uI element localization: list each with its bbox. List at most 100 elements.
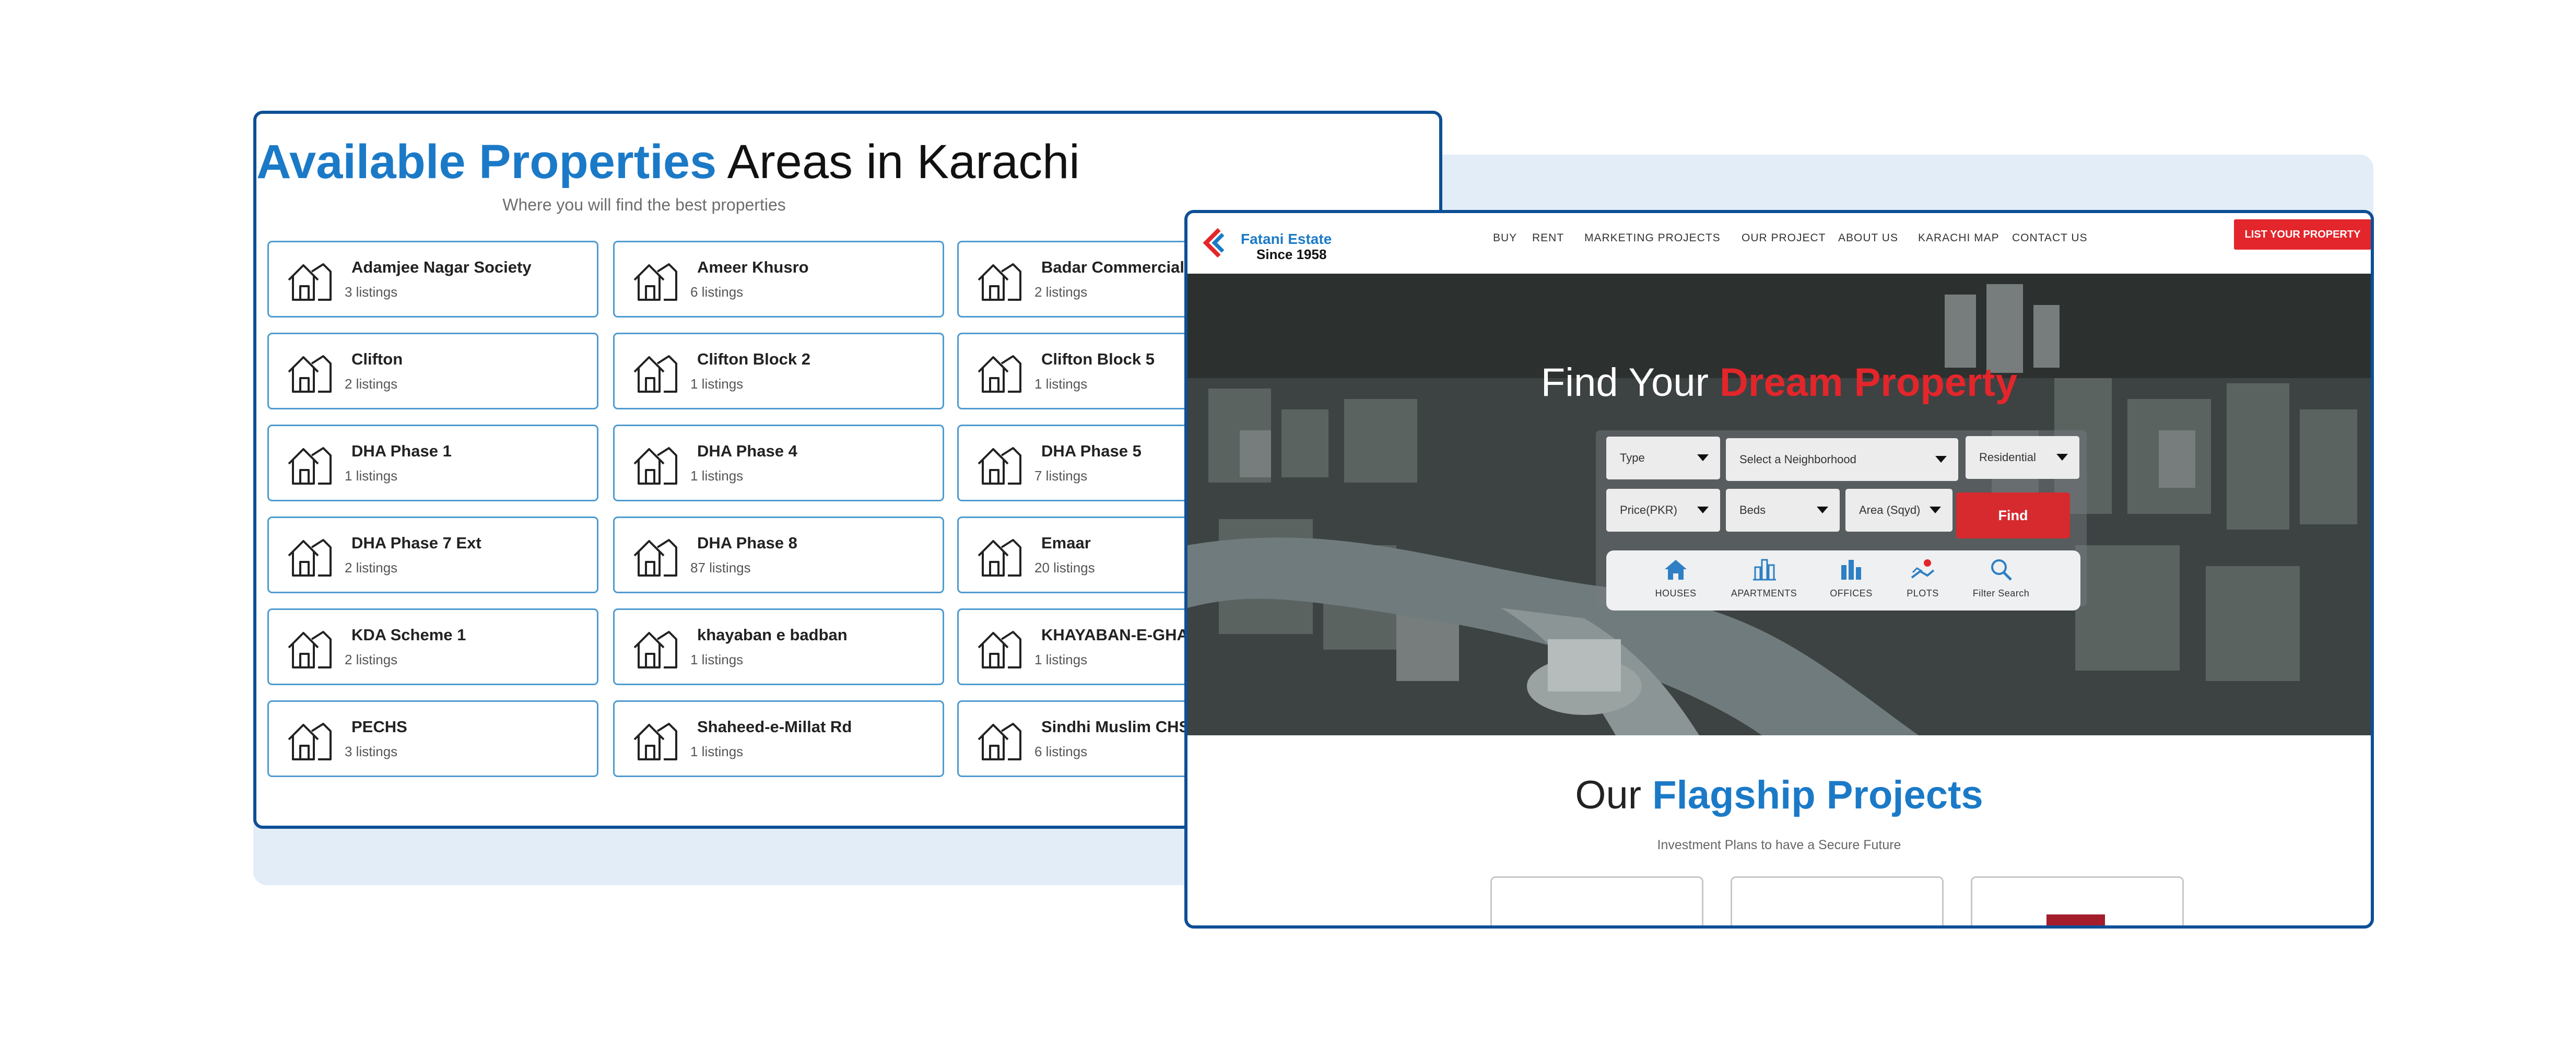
area-name: Adamjee Nagar Society [351,258,532,276]
areas-page-subtitle: Where you will find the best properties [502,195,786,214]
house-outline-icon [633,723,677,760]
area-listing-count: 1 listings [690,468,744,484]
area-card[interactable]: KDA Scheme 1 2 listings [267,608,598,685]
category-label: APARTMENTS [1731,588,1797,598]
apartment-icon [1753,559,1776,581]
area-name: KDA Scheme 1 [351,626,466,644]
flagship-title-plain: Our [1575,773,1653,817]
area-card[interactable]: DHA Phase 7 Ext 2 listings [267,516,598,593]
beds-select[interactable]: Beds [1726,489,1840,532]
site-navbar: Fatani Estate Since 1958 BUY RENT MARKET… [1187,213,2371,277]
nav-about-us[interactable]: ABOUT US [1838,232,1898,244]
find-button[interactable]: Find [1956,492,2070,538]
area-listing-count: 3 listings [345,744,398,759]
category-label: PLOTS [1907,588,1939,598]
property-class-select[interactable]: Residential [1966,436,2079,479]
category-filter-search[interactable]: Filter Search [1959,557,2043,599]
chevron-down-icon [1930,507,1941,513]
area-listing-count: 2 listings [345,376,398,392]
house-outline-icon [288,723,332,760]
area-name: Emaar [1041,534,1091,552]
area-listing-count: 6 listings [690,284,744,300]
area-name: Ameer Khusro [697,258,809,276]
area-listing-count: 7 listings [1034,468,1088,484]
price-select-value: Price(PKR) [1620,503,1678,516]
nav-buy[interactable]: BUY [1493,232,1517,244]
area-listing-count: 1 listings [1034,376,1088,392]
type-select[interactable]: Type [1606,437,1720,479]
area-listing-count: 2 listings [345,652,398,667]
logo-since: Since 1958 [1256,246,1327,262]
area-name: Clifton [351,350,403,368]
area-card[interactable]: DHA Phase 1 1 listings [267,425,598,501]
house-icon [1665,560,1687,580]
project-card[interactable] [1731,876,1944,925]
house-outline-icon [288,355,332,393]
area-listing-count: 87 listings [690,560,751,576]
category-plots[interactable]: PLOTS [1881,557,1965,599]
project-card[interactable] [1971,876,2184,925]
hero-title-highlight: Dream Property [1720,360,2018,405]
area-name: Shaheed-e-Millat Rd [697,718,852,736]
chevron-down-icon [1697,507,1709,513]
area-name: khayaban e badban [697,626,848,644]
area-select-value: Area (Sqyd) [1859,503,1921,516]
area-card[interactable]: khayaban e badban 1 listings [613,608,944,685]
plot-icon [1911,559,1935,579]
house-outline-icon [633,263,677,301]
area-card[interactable]: PECHS 3 listings [267,700,598,777]
area-name: DHA Phase 7 Ext [351,534,481,552]
area-name: PECHS [351,718,407,736]
logo-name: Fatani Estate [1241,231,1332,247]
nav-rent[interactable]: RENT [1532,232,1564,244]
house-outline-icon [978,631,1021,668]
title-highlight: Available Properties [256,135,717,189]
beds-select-value: Beds [1739,503,1766,516]
house-outline-icon [633,355,677,393]
title-rest: Areas in Karachi [716,135,1080,189]
house-outline-icon [978,263,1021,301]
area-card[interactable]: DHA Phase 8 87 listings [613,516,944,593]
flagship-title-highlight: Flagship Projects [1652,773,1983,817]
area-card[interactable]: DHA Phase 4 1 listings [613,425,944,501]
area-name: DHA Phase 1 [351,442,452,460]
project-card[interactable] [1490,876,1703,925]
nav-contact-us[interactable]: CONTACT US [2012,232,2088,244]
list-your-property-button[interactable]: LIST YOUR PROPERTY [2234,219,2371,250]
property-class-value: Residential [1979,451,2036,464]
project-logo-image [2046,914,2105,925]
area-card[interactable]: Shaheed-e-Millat Rd 1 listings [613,700,944,777]
area-select[interactable]: Area (Sqyd) [1845,489,1952,532]
chevron-down-icon [1817,507,1828,513]
nav-karachi-map[interactable]: KARACHI MAP [1918,232,1999,244]
house-outline-icon [288,263,332,301]
hero-title: Find Your Dream Property [1187,360,2371,405]
area-name: DHA Phase 8 [697,534,797,552]
hero-title-plain: Find Your [1540,360,1720,405]
area-card[interactable]: Clifton Block 2 1 listings [613,333,944,409]
area-name: Sindhi Muslim CHS ( [1041,718,1200,736]
area-card[interactable]: Adamjee Nagar Society 3 listings [267,241,598,318]
area-name: DHA Phase 5 [1041,442,1142,460]
chevron-down-icon [1697,454,1709,461]
category-offices[interactable]: OFFICES [1809,557,1893,599]
nav-marketing-projects[interactable]: MARKETING PROJECTS [1584,232,1721,244]
house-outline-icon [288,631,332,668]
search-icon [1991,559,2012,581]
office-icon [1841,560,1861,580]
house-outline-icon [633,447,677,485]
nav-our-project[interactable]: OUR PROJECT [1742,232,1826,244]
hero-section: Find Your Dream Property Type Select a N… [1187,274,2371,735]
area-card[interactable]: Clifton 2 listings [267,333,598,409]
area-listing-count: 1 listings [690,376,744,392]
site-logo[interactable]: Fatani Estate Since 1958 [1198,222,1339,264]
category-apartments[interactable]: APARTMENTS [1722,557,1806,599]
price-select[interactable]: Price(PKR) [1606,489,1720,532]
neighborhood-select[interactable]: Select a Neighborhood [1726,438,1958,481]
area-name: Clifton Block 2 [697,350,811,368]
area-listing-count: 1 listings [690,744,744,759]
category-houses[interactable]: HOUSES [1634,557,1718,599]
area-card[interactable]: Ameer Khusro 6 listings [613,241,944,318]
area-name: KHAYABAN-E-GHAZ [1041,626,1198,644]
area-listing-count: 3 listings [345,284,398,300]
